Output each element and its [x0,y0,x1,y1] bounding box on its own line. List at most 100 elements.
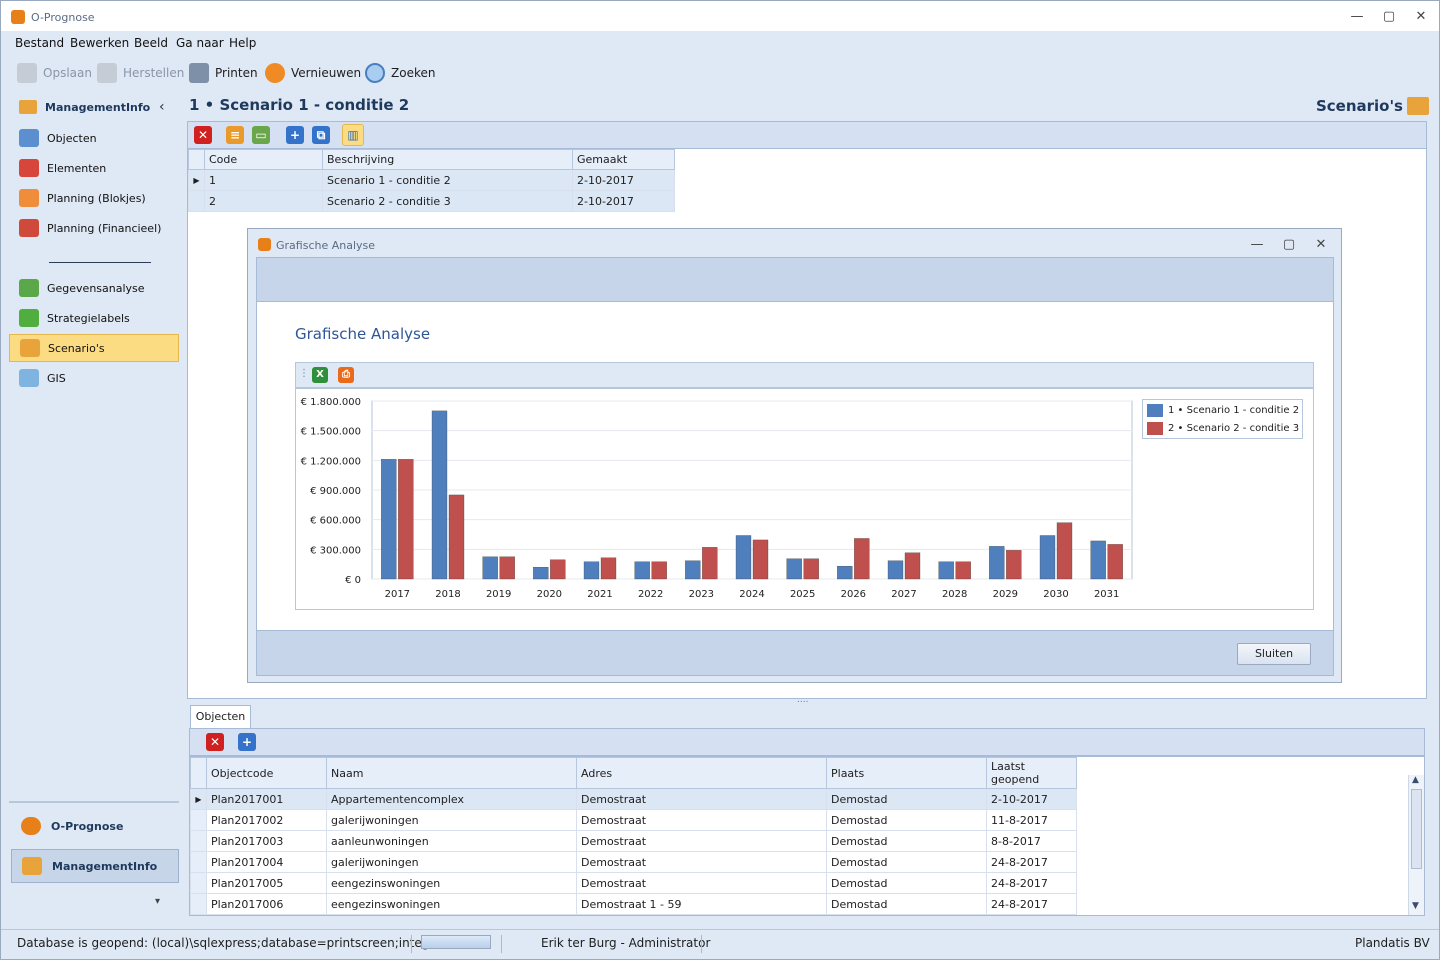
table-cell[interactable]: 8-8-2017 [986,830,1077,852]
table-cell[interactable]: 2 [204,190,323,212]
nav-item-scenarios[interactable]: Scenario's [9,334,179,362]
zoeken-button[interactable]: Zoeken [365,61,435,85]
table-row[interactable]: Plan2017006 eengezinswoningen Demostraat 1… [190,893,1077,915]
print-chart-icon[interactable]: ⎙ [338,367,354,383]
table-row[interactable]: Plan2017004 galerijwoningen Demostraat Demo… [190,851,1077,873]
dialog-minimize-button[interactable]: — [1245,237,1269,253]
table-row[interactable]: ▶ Plan2017001 Appartementencomplex Demostra… [190,788,1077,810]
edit-icon[interactable]: ≡ [226,126,244,144]
table-cell[interactable]: 24-8-2017 [986,851,1077,873]
menu-beeld[interactable]: Beeld [134,36,168,50]
table-cell[interactable]: Demostad [826,851,987,873]
column-header[interactable]: Code [204,149,323,170]
dialog-maximize-button[interactable]: ▢ [1277,237,1301,253]
column-header[interactable]: Naam [326,757,577,789]
table-cell[interactable]: eengezinswoningen [326,893,577,915]
copy-icon[interactable]: ⧉ [312,126,330,144]
table-cell[interactable]: senioren woningen [326,914,577,915]
table-cell[interactable]: Plan2017004 [206,851,327,873]
table-cell[interactable]: 2-10-2017 [572,190,675,212]
splitter-grip[interactable]: .... [797,695,808,705]
dialog-close-button[interactable]: ✕ [1309,237,1333,253]
table-cell[interactable]: 11-8-2017 [986,809,1077,831]
table-cell[interactable]: eengezinswoningen [326,872,577,894]
table-cell[interactable]: 24-8-2017 [986,893,1077,915]
menu-bewerken[interactable]: Bewerken [70,36,129,50]
herstellen-button[interactable]: Herstellen [97,61,184,85]
table-cell[interactable]: aanleunwoningen [326,830,577,852]
scroll-thumb[interactable] [1411,789,1422,869]
delete-icon[interactable]: ✕ [194,126,212,144]
scroll-up-icon[interactable]: ▲ [1412,775,1419,785]
opslaan-button[interactable]: Opslaan [17,61,92,85]
nav-group-managementinfo[interactable]: ManagementInfo [11,849,179,883]
vernieuwen-button[interactable]: Vernieuwen [265,61,361,85]
window-icon[interactable]: ▭ [252,126,270,144]
table-row[interactable]: Plan2017002 galerijwoningen Demostraat Demo… [190,809,1077,831]
nav-item-elementen[interactable]: Elementen [9,154,179,182]
table-cell[interactable]: Demostad [826,914,987,915]
table-cell[interactable]: Demostad [826,788,987,810]
menu-bestand[interactable]: Bestand [15,36,64,50]
add-object-icon[interactable]: + [238,733,256,751]
table-cell[interactable]: galerijwoningen [326,809,577,831]
column-header[interactable]: Beschrijving [322,149,573,170]
nav-options-chevron-icon[interactable]: ▾ [155,896,160,907]
nav-item-objecten[interactable]: Objecten [9,124,179,152]
table-cell[interactable]: Demostad [826,809,987,831]
menu-help[interactable]: Help [229,36,256,50]
table-cell[interactable]: Plan2017006 [206,893,327,915]
delete-object-icon[interactable]: ✕ [206,733,224,751]
table-cell[interactable]: 24-8-2017 [986,872,1077,894]
maximize-button[interactable]: ▢ [1377,9,1401,25]
table-cell[interactable]: Plan2017003 [206,830,327,852]
nav-item-gis[interactable]: GIS [9,364,179,392]
table-cell[interactable]: Demostraat [576,851,827,873]
table-cell[interactable]: Demostraat 1 - 59 [576,893,827,915]
table-cell[interactable]: Demostraat [576,809,827,831]
close-window-button[interactable]: ✕ [1409,9,1433,25]
minimize-button[interactable]: — [1345,9,1369,25]
nav-item-planning-blokjes[interactable]: Planning (Blokjes) [9,184,179,212]
table-cell[interactable]: Scenario 1 - conditie 2 [322,169,573,191]
nav-item-planning-financieel[interactable]: Planning (Financieel) [9,214,179,242]
vertical-scrollbar[interactable]: ▲ ▼ [1408,775,1424,915]
table-cell[interactable]: Plan2017007 [206,914,327,915]
table-cell[interactable]: 2-10-2017 [572,169,675,191]
table-cell[interactable]: Appartementencomplex [326,788,577,810]
table-cell[interactable]: Demostraat [576,872,827,894]
column-header[interactable]: Objectcode [206,757,327,789]
chart-icon[interactable]: ▥ [342,124,364,146]
column-header[interactable]: Gemaakt [572,149,675,170]
table-cell[interactable]: Plan2017005 [206,872,327,894]
table-cell[interactable]: 2-10-2017 [986,788,1077,810]
table-cell[interactable]: Plan2017001 [206,788,327,810]
table-row[interactable]: ▶ 1 Scenario 1 - conditie 2 2-10-2017 [188,169,675,191]
table-cell[interactable]: Demostraat [576,830,827,852]
sluiten-button[interactable]: Sluiten [1237,643,1311,665]
scroll-down-icon[interactable]: ▼ [1412,901,1419,911]
table-cell[interactable]: Demostad [826,872,987,894]
add-icon[interactable]: + [286,126,304,144]
column-header[interactable]: Plaats [826,757,987,789]
printen-button[interactable]: Printen [189,61,258,85]
tab-objecten[interactable]: Objecten [190,705,251,728]
table-cell[interactable]: 1 [204,169,323,191]
column-header[interactable]: Adres [576,757,827,789]
nav-item-gegevensanalyse[interactable]: Gegevensanalyse [9,274,179,302]
menu-ga-naar[interactable]: Ga naar [176,36,224,50]
table-cell[interactable]: Demostad [826,893,987,915]
nav-item-strategielabels[interactable]: Strategielabels [9,304,179,332]
table-cell[interactable]: Demostraat [576,788,827,810]
excel-export-icon[interactable]: X [312,367,328,383]
table-cell[interactable]: galerijwoningen [326,851,577,873]
collapse-nav-button[interactable]: ‹ [159,99,165,115]
nav-group-o-prognose[interactable]: O-Prognose [11,809,179,843]
column-header[interactable]: Laatst geopend [986,757,1077,789]
table-cell[interactable]: 15-8-2017 [986,914,1077,915]
table-cell[interactable]: Demostraat [576,914,827,915]
table-cell[interactable]: Demostad [826,830,987,852]
table-row[interactable]: Plan2017003 aanleunwoningen Demostraat Demo… [190,830,1077,852]
table-row[interactable]: Plan2017005 eengezinswoningen Demostraat De… [190,872,1077,894]
table-cell[interactable]: Plan2017002 [206,809,327,831]
